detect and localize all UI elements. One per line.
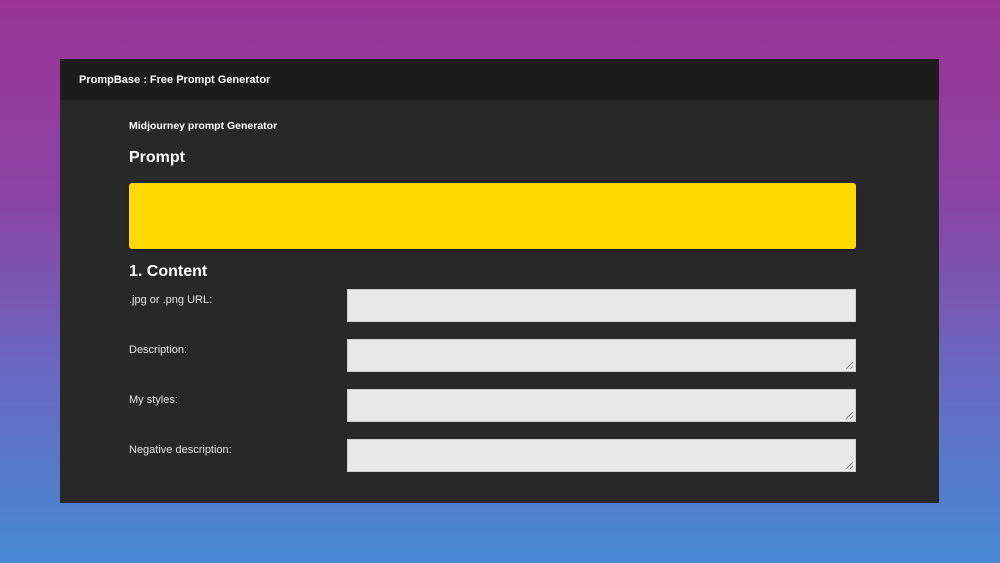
description-label: Description: bbox=[129, 344, 188, 356]
my-styles-row: My styles: bbox=[129, 389, 856, 439]
prompt-output-box[interactable] bbox=[129, 183, 856, 249]
description-row: Description: bbox=[129, 339, 856, 389]
generator-subtitle: Midjourney prompt Generator bbox=[129, 120, 278, 132]
image-url-input[interactable] bbox=[347, 289, 856, 322]
image-url-label: .jpg or .png URL: bbox=[129, 294, 213, 306]
resize-handle-icon[interactable] bbox=[846, 462, 853, 469]
main-content: Midjourney prompt Generator Prompt 1. Co… bbox=[129, 100, 856, 489]
my-styles-textarea[interactable] bbox=[347, 389, 856, 422]
negative-description-row: Negative description: bbox=[129, 439, 856, 489]
description-textarea[interactable] bbox=[347, 339, 856, 372]
app-window: PrompBase : Free Prompt Generator Midjou… bbox=[60, 59, 939, 503]
app-title[interactable]: PrompBase : Free Prompt Generator bbox=[79, 74, 270, 86]
prompt-heading: Prompt bbox=[129, 149, 185, 166]
content-fields: .jpg or .png URL: Description: My styles… bbox=[129, 289, 856, 489]
negative-description-label: Negative description: bbox=[129, 444, 232, 456]
my-styles-label: My styles: bbox=[129, 394, 178, 406]
resize-handle-icon[interactable] bbox=[846, 412, 853, 419]
image-url-row: .jpg or .png URL: bbox=[129, 289, 856, 339]
top-bar: PrompBase : Free Prompt Generator bbox=[60, 59, 939, 100]
negative-description-textarea[interactable] bbox=[347, 439, 856, 472]
resize-handle-icon[interactable] bbox=[846, 362, 853, 369]
content-section-heading: 1. Content bbox=[129, 263, 208, 280]
